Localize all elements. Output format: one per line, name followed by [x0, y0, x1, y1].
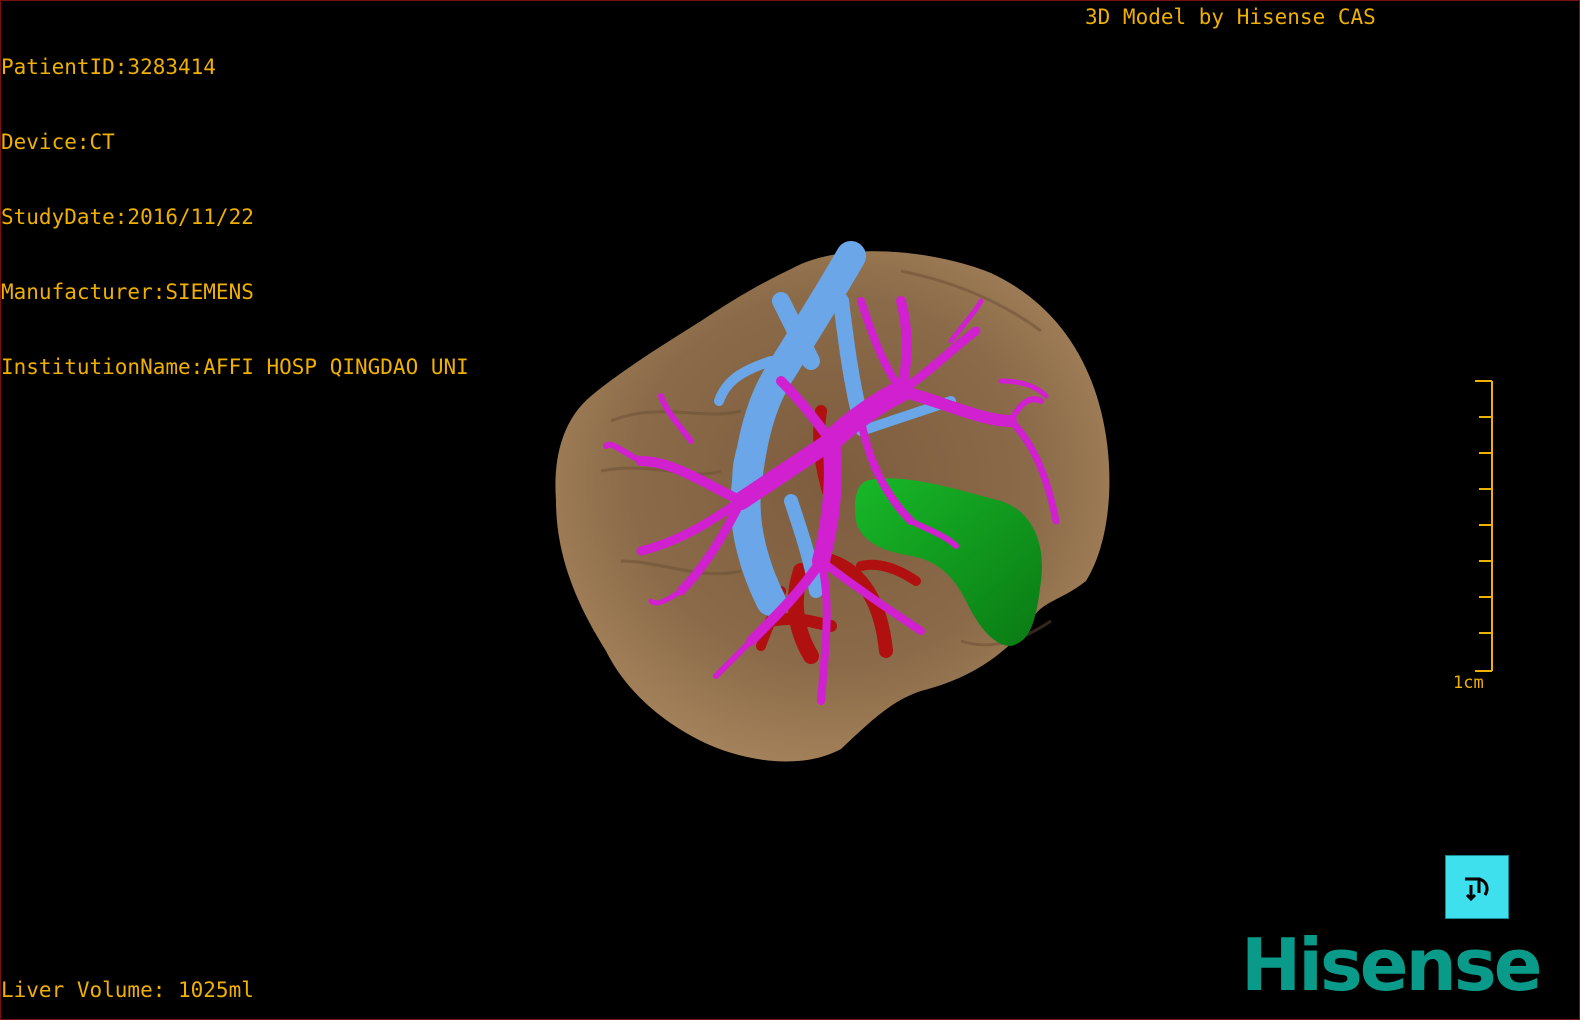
reset-view-icon — [1465, 877, 1489, 902]
device: Device:CT — [1, 130, 115, 154]
3d-viewport[interactable]: PatientID:3283414 Device:CT StudyDate:20… — [0, 0, 1580, 1020]
study-date: StudyDate:2016/11/22 — [1, 205, 254, 229]
hisense-logo: Hisense — [1241, 923, 1543, 1007]
patient-info-overlay: PatientID:3283414 Device:CT StudyDate:20… — [1, 5, 469, 430]
manufacturer: Manufacturer:SIEMENS — [1, 280, 254, 304]
patient-id: PatientID:3283414 — [1, 55, 216, 79]
scale-bar-label: 1cm — [1453, 673, 1484, 693]
institution-name: InstitutionName:AFFI HOSP QINGDAO UNI — [1, 355, 469, 379]
scale-bar — [1475, 380, 1493, 672]
reset-view-button[interactable] — [1445, 855, 1509, 919]
model-credit: 3D Model by Hisense CAS — [1085, 5, 1376, 29]
liver-volume: Liver Volume: 1025ml — [1, 978, 254, 1002]
